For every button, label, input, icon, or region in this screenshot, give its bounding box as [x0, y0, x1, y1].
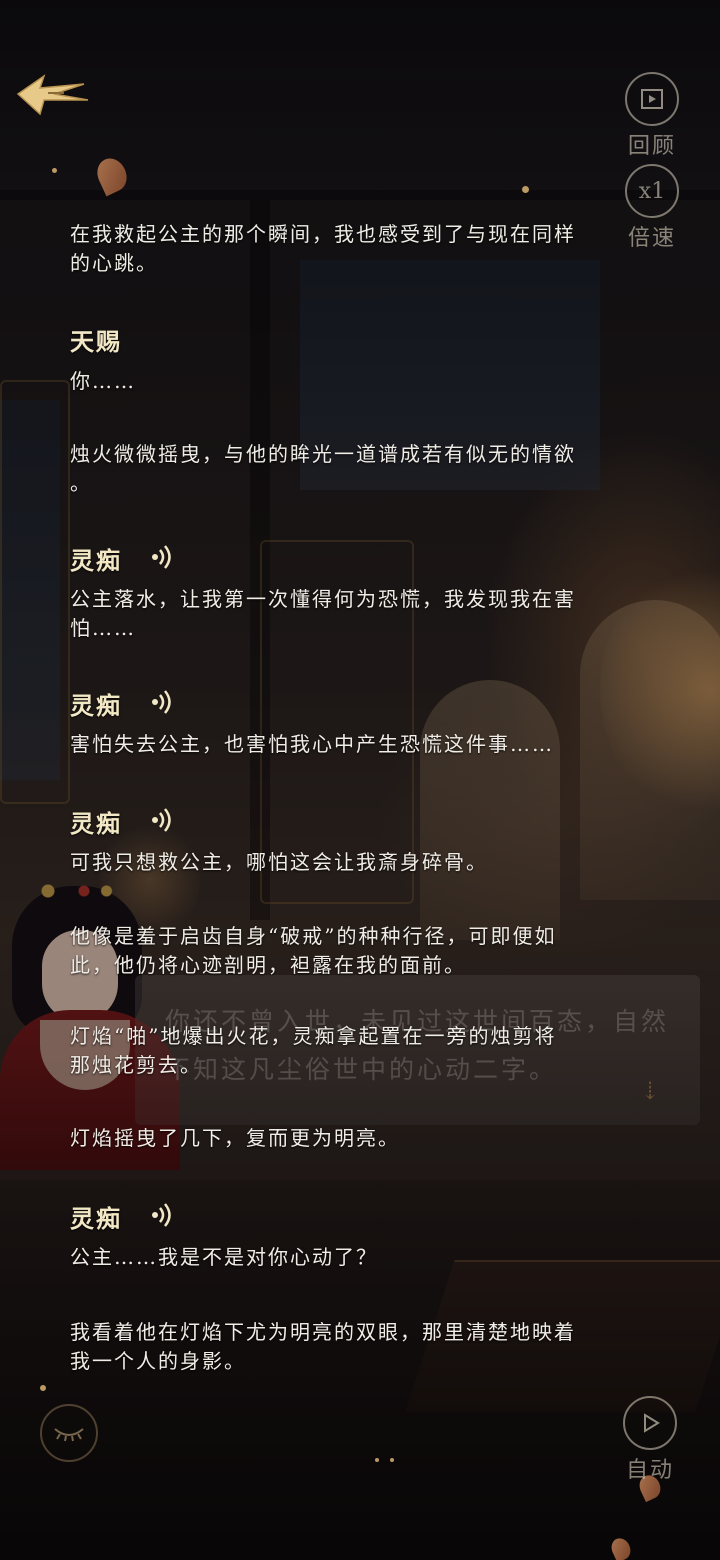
log-line: 灯焰摇曳了几下，复而更为明亮。 [70, 1126, 400, 1150]
log-narration: 我看着他在灯焰下尤为明亮的双眼，那里清楚地映着 我一个人的身影。 [70, 1318, 576, 1376]
log-line: 灯焰“啪”地爆出火花，灵痴拿起置在一旁的烛剪将 [70, 1024, 557, 1048]
review-icon [625, 72, 679, 126]
log-narration: 灯焰摇曳了几下，复而更为明亮。 [70, 1124, 400, 1153]
log-speech: 害怕失去公主，也害怕我心中产生恐慌这件事…… [70, 730, 554, 759]
spark-dot [522, 186, 529, 193]
auto-play-label: 自动 [625, 1458, 674, 1483]
log-line: 你…… [70, 369, 136, 393]
hide-ui-button[interactable] [40, 1404, 98, 1462]
log-speech: 公主……我是不是对你心动了？ [70, 1243, 378, 1272]
auto-play-circle [623, 1396, 677, 1450]
speed-value: x1 [638, 178, 666, 204]
log-line: 他像是羞于启齿自身“破戒”的种种行径，可即便如 [70, 924, 557, 948]
spark-dot [40, 1385, 46, 1391]
speed-button[interactable]: x1 倍速 [617, 164, 687, 252]
log-line: 烛火微微摇曳，与他的眸光一道谱成若有似无的情欲 [70, 442, 576, 466]
log-speech: 可我只想救公主，哪怕这会让我斎身碎骨。 [70, 848, 488, 877]
spark-dot [52, 168, 57, 173]
closed-eye-icon [54, 1428, 84, 1442]
log-speech: 公主落水，让我第一次懂得何为恐慌，我发现我在害 怕…… [70, 585, 576, 643]
log-line: 那烛花剪去。 [70, 1053, 202, 1077]
log-narration: 在我救起公主的那个瞬间，我也感受到了与现在同样 的心跳。 [70, 220, 576, 278]
wing-back-icon [16, 74, 89, 116]
voice-play-icon[interactable] [150, 805, 176, 835]
voice-play-icon[interactable] [150, 1200, 176, 1230]
log-narration: 他像是羞于启齿自身“破戒”的种种行径，可即便如 此，他仍将心迹剖明，袒露在我的面… [70, 922, 556, 980]
speed-label: 倍速 [627, 226, 676, 251]
log-line: 此，他仍将心迹剖明，袒露在我的面前。 [70, 953, 466, 977]
film-icon [641, 89, 663, 109]
spark-dot [375, 1458, 379, 1462]
log-speech: 你…… [70, 367, 136, 396]
log-line: 。 [70, 471, 92, 495]
voice-play-icon[interactable] [150, 542, 176, 572]
log-line: 的心跳。 [70, 251, 158, 275]
voice-play-icon[interactable] [150, 687, 176, 717]
log-narration: 烛火微微摇曳，与他的眸光一道谱成若有似无的情欲 。 [70, 440, 576, 498]
review-label: 回顾 [627, 134, 676, 159]
log-line: 公主……我是不是对你心动了？ [70, 1245, 378, 1269]
log-line: 可我只想救公主，哪怕这会让我斎身碎骨。 [70, 850, 488, 874]
speed-icon: x1 [625, 164, 679, 218]
log-line: 害怕失去公主，也害怕我心中产生恐慌这件事…… [70, 732, 554, 756]
speaker-name: 天赐 [70, 327, 122, 356]
speaker-name: 灵痴 [70, 546, 122, 575]
log-line: 我一个人的身影。 [70, 1349, 246, 1373]
speaker-name: 灵痴 [70, 809, 122, 838]
log-line: 怕…… [70, 616, 136, 640]
log-line: 在我救起公主的那个瞬间，我也感受到了与现在同样 [70, 222, 576, 246]
log-narration: 灯焰“啪”地爆出火花，灵痴拿起置在一旁的烛剪将 那烛花剪去。 [70, 1022, 556, 1080]
log-line: 我看着他在灯焰下尤为明亮的双眼，那里清楚地映着 [70, 1320, 576, 1344]
speaker-name: 灵痴 [70, 1204, 122, 1233]
log-line: 公主落水，让我第一次懂得何为恐慌，我发现我在害 [70, 587, 576, 611]
auto-play-button[interactable]: 自动 [615, 1396, 685, 1484]
spark-dot [390, 1458, 394, 1462]
speaker-name: 灵痴 [70, 691, 122, 720]
review-button[interactable]: 回顾 [617, 72, 687, 160]
back-button[interactable] [14, 66, 94, 126]
play-icon [644, 1413, 660, 1433]
